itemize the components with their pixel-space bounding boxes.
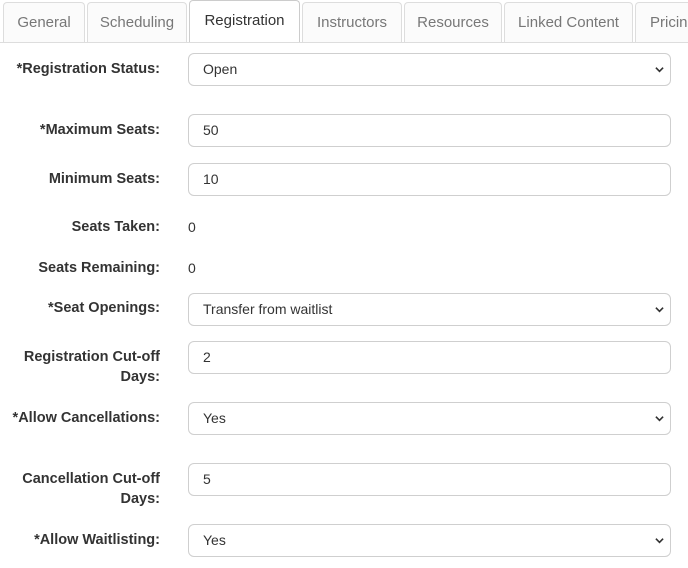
seats-taken-value: 0 — [188, 219, 196, 235]
cancellation-cutoff-label: Cancellation Cut-off Days: — [22, 471, 160, 507]
chevron-down-icon — [655, 538, 664, 544]
allow-cancellations-select[interactable]: Yes — [188, 402, 671, 435]
registration-status-label: *Registration Status: — [16, 61, 160, 77]
tab-general[interactable]: General — [3, 2, 85, 42]
registration-cutoff-label: Registration Cut-off Days: — [23, 349, 160, 385]
seat-openings-label: *Seat Openings: — [48, 300, 160, 316]
registration-cutoff-input[interactable]: 2 — [188, 341, 671, 374]
tab-bar: General Scheduling Registration Instruct… — [0, 0, 688, 43]
tab-scheduling[interactable]: Scheduling — [87, 2, 187, 42]
cancellation-cutoff-input[interactable]: 5 — [188, 463, 671, 496]
seats-remaining-value: 0 — [188, 260, 196, 276]
maximum-seats-input[interactable]: 50 — [188, 114, 671, 147]
minimum-seats-label: Minimum Seats: — [48, 171, 160, 187]
tab-linked-content[interactable]: Linked Content — [504, 2, 633, 42]
maximum-seats-label: *Maximum Seats: — [39, 122, 160, 138]
registration-status-select[interactable]: Open — [188, 53, 671, 86]
allow-cancellations-label: *Allow Cancellations: — [12, 410, 160, 426]
registration-status-value: Open — [203, 61, 238, 77]
seat-openings-value: Transfer from waitlist — [203, 301, 333, 317]
tab-resources[interactable]: Resources — [404, 2, 502, 42]
allow-waitlisting-label: *Allow Waitlisting: — [34, 532, 160, 548]
tab-registration[interactable]: Registration — [189, 0, 300, 42]
allow-waitlisting-select[interactable]: Yes — [188, 524, 671, 557]
seat-openings-select[interactable]: Transfer from waitlist — [188, 293, 671, 326]
chevron-down-icon — [655, 307, 664, 313]
chevron-down-icon — [655, 416, 664, 422]
tab-instructors[interactable]: Instructors — [302, 2, 402, 42]
seats-remaining-label: Seats Remaining: — [38, 260, 160, 276]
seats-taken-label: Seats Taken: — [71, 219, 160, 235]
minimum-seats-input[interactable]: 10 — [188, 163, 671, 196]
allow-waitlisting-value: Yes — [203, 532, 226, 548]
chevron-down-icon — [655, 67, 664, 73]
allow-cancellations-value: Yes — [203, 410, 226, 426]
tab-pricing[interactable]: Pricing — [635, 2, 688, 42]
